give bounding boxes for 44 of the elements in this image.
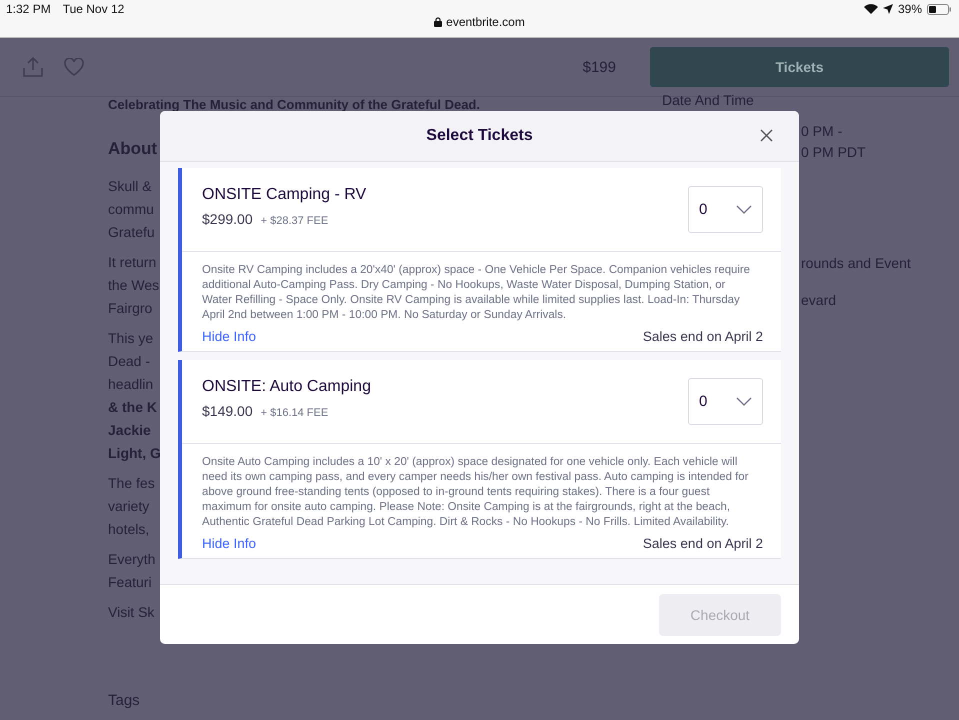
paragraph-fragment: Everyth Featuri — [108, 550, 156, 592]
chevron-down-icon — [736, 205, 752, 214]
date-time-heading: Date And Time — [662, 92, 755, 108]
info-fragment: rounds and Event — [801, 254, 911, 273]
ticket-description: Onsite RV Camping includes a 20'x40' (approx) space - One Vehicle Per Space. Companion vehicles require additional Auto-Camping Pass. Dry Camping - No Hookups, Waste Water Disposal, Dumping Station, or Water Refilling - Space Only. Onsite RV Camping is available while limited supplies last. Load-In: Thursday April 2nd between 1:00 PM - 10:00 PM. No Saturday or Sunday Arrivals. — [201, 263, 752, 323]
sales-end-text: Sales end on April 2 — [642, 536, 763, 551]
url-text[interactable]: eventbrite.com — [446, 15, 525, 29]
status-date: Tue Nov 12 — [62, 2, 124, 16]
tickets-button[interactable]: Tickets — [650, 47, 949, 87]
price-text: $199 — [582, 58, 616, 76]
quantity-select[interactable]: 0 — [688, 378, 763, 425]
ticket-name: ONSITE Camping - RV — [202, 186, 366, 204]
location-arrow-icon — [882, 4, 893, 14]
chevron-down-icon — [736, 397, 752, 406]
ticket-price: $299.00 — [202, 211, 253, 227]
paragraph-fragment: Visit Sk — [108, 603, 156, 622]
dialog-title: Select Tickets — [426, 127, 533, 145]
hide-info-link[interactable]: Hide Info — [202, 329, 256, 344]
quantity-select[interactable]: 0 — [688, 186, 763, 233]
info-fragment: evard — [801, 291, 836, 310]
ticket-fee: + $16.14 FEE — [260, 407, 328, 419]
close-icon[interactable] — [760, 129, 773, 142]
paragraph-fragment: It return the Wes Fairgro — [108, 253, 160, 318]
share-icon[interactable] — [22, 56, 44, 78]
lock-icon — [434, 17, 442, 27]
heart-icon[interactable] — [64, 58, 84, 76]
section-heading: About — [108, 139, 158, 159]
battery-icon — [927, 4, 951, 14]
paragraph-fragment: This ye Dead - headlin — [108, 329, 154, 394]
hide-info-link[interactable]: Hide Info — [202, 536, 256, 551]
info-fragment: 0 PM - 0 PM PDT — [801, 122, 866, 162]
ticket-price: $149.00 — [202, 403, 253, 419]
ticket-fee: + $28.37 FEE — [260, 215, 328, 227]
ticket-description: Onsite Auto Camping includes a 10' x 20' (approx) space designated for one vehicle only. Each vehicle will need its own camping pass, and every camper needs his/her own festival pass. Auto camping is intended for above ground free-standing tents (opposed to in-ground tents requiring stakes). There is a four guest maximum for onsite auto camping. Please Note: Onsite Camping is at the fairgrounds, right at the beach, Authentic Grateful Dead Parking Lot Camping. Dirt & Rocks - No Hookups - No Frills. Limited Availability. — [201, 455, 750, 530]
tags-heading: Tags — [108, 692, 141, 709]
status-time: 1:32 PM — [6, 2, 51, 16]
event-subtitle: Celebrating The Music and Community of the Grateful Dead. — [108, 97, 480, 113]
paragraph-fragment: & the K Jackie Light, G — [108, 398, 162, 463]
battery-percent: 39% — [898, 2, 922, 16]
paragraph-fragment: The fes variety hotels, — [108, 474, 156, 539]
ticket-name: ONSITE: Auto Camping — [202, 378, 371, 396]
sales-end-text: Sales end on April 2 — [642, 329, 763, 344]
wifi-icon — [864, 4, 878, 14]
paragraph-fragment: Skull & commu Gratefu — [108, 177, 156, 242]
